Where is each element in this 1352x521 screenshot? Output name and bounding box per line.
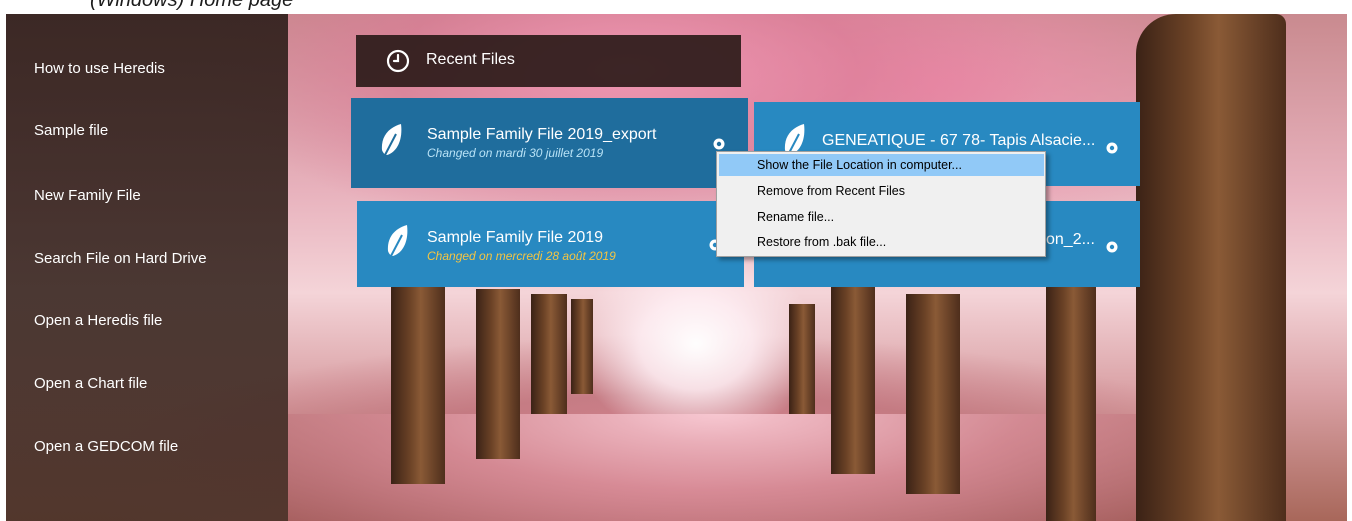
menu-item-restore-bak[interactable]: Restore from .bak file... (719, 231, 1044, 253)
file-name: GENEATIQUE - 67 78- Tapis Alsacie... (822, 132, 1096, 149)
sidebar-item-sample-file[interactable]: Sample file (34, 122, 108, 139)
sidebar-item-how-to-use[interactable]: How to use Heredis (34, 60, 165, 77)
menu-item-remove-recent[interactable]: Remove from Recent Files (719, 180, 1044, 202)
sidebar-item-open-gedcom-file[interactable]: Open a GEDCOM file (34, 438, 178, 455)
tree-trunk (531, 294, 567, 414)
gear-icon[interactable] (1104, 239, 1120, 255)
recent-file-card[interactable]: Sample Family File 2019_export Changed o… (351, 98, 748, 188)
tree-trunk (1046, 274, 1096, 521)
menu-item-rename[interactable]: Rename file... (719, 206, 1044, 228)
file-date: Changed on mardi 30 juillet 2019 (427, 146, 604, 160)
tree-trunk (571, 299, 593, 394)
caption-text: (Windows) Home page (90, 0, 294, 11)
tree-trunk (906, 294, 960, 494)
recent-files-header: Recent Files (356, 35, 741, 87)
menu-item-show-location[interactable]: Show the File Location in computer... (719, 154, 1044, 176)
heredis-home-window: How to use Heredis Sample file New Famil… (6, 14, 1347, 521)
file-name: Sample Family File 2019_export (427, 126, 657, 143)
recent-files-title: Recent Files (426, 51, 515, 68)
clock-icon (386, 49, 410, 73)
tree-trunk (1136, 14, 1286, 521)
tree-trunk (789, 304, 815, 414)
gear-icon[interactable] (1104, 140, 1120, 156)
file-date: Changed on mercredi 28 août 2019 (427, 249, 616, 263)
leaf-icon (381, 124, 402, 156)
gear-icon[interactable] (711, 136, 727, 152)
sidebar-item-open-chart-file[interactable]: Open a Chart file (34, 375, 147, 392)
file-name: on_2... (1046, 231, 1095, 248)
leaf-icon (387, 225, 408, 257)
tree-trunk (476, 289, 520, 459)
tree-trunk (831, 284, 875, 474)
sidebar-item-open-heredis-file[interactable]: Open a Heredis file (34, 312, 162, 329)
file-name: Sample Family File 2019 (427, 229, 604, 246)
sidebar: How to use Heredis Sample file New Famil… (6, 14, 288, 521)
recent-file-card[interactable]: Sample Family File 2019 Changed on mercr… (357, 201, 744, 287)
file-context-menu: Show the File Location in computer... Re… (716, 151, 1046, 257)
sidebar-item-new-family-file[interactable]: New Family File (34, 187, 141, 204)
sidebar-item-search-file[interactable]: Search File on Hard Drive (34, 250, 207, 267)
tree-trunk (391, 284, 445, 484)
page-caption: (Windows) Home page (0, 0, 1352, 14)
